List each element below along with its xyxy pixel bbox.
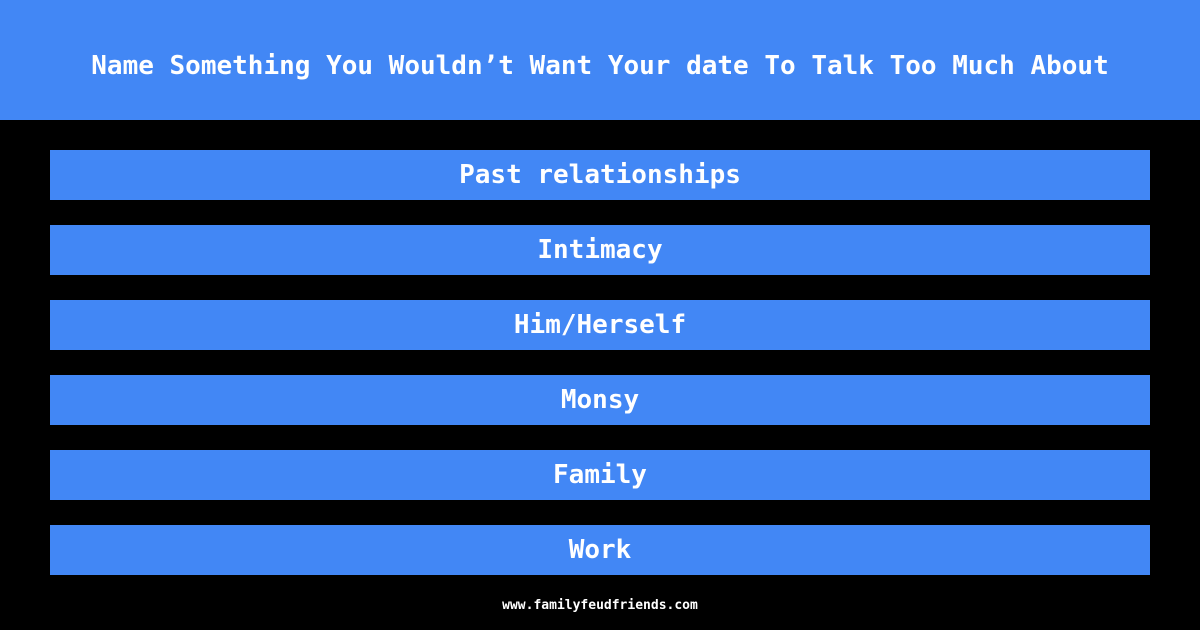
answer-bar[interactable]: Family xyxy=(50,450,1150,500)
answer-text: Monsy xyxy=(560,385,640,415)
answer-text: Him/Herself xyxy=(513,310,687,340)
answer-text: Intimacy xyxy=(537,235,663,265)
answer-bar[interactable]: Past relationships xyxy=(50,150,1150,200)
question-title: Name Something You Wouldn’t Want Your da… xyxy=(91,50,1109,81)
answer-list: Past relationships Intimacy Him/Herself … xyxy=(50,150,1150,600)
answer-bar[interactable]: Monsy xyxy=(50,375,1150,425)
answer-bar[interactable]: Work xyxy=(50,525,1150,575)
answer-text: Past relationships xyxy=(459,160,741,190)
site-url: www.familyfeudfriends.com xyxy=(502,598,698,613)
answer-text: Work xyxy=(568,535,632,565)
question-header: Name Something You Wouldn’t Want Your da… xyxy=(0,0,1200,120)
answer-text: Family xyxy=(553,460,647,490)
answer-bar[interactable]: Intimacy xyxy=(50,225,1150,275)
answer-bar[interactable]: Him/Herself xyxy=(50,300,1150,350)
